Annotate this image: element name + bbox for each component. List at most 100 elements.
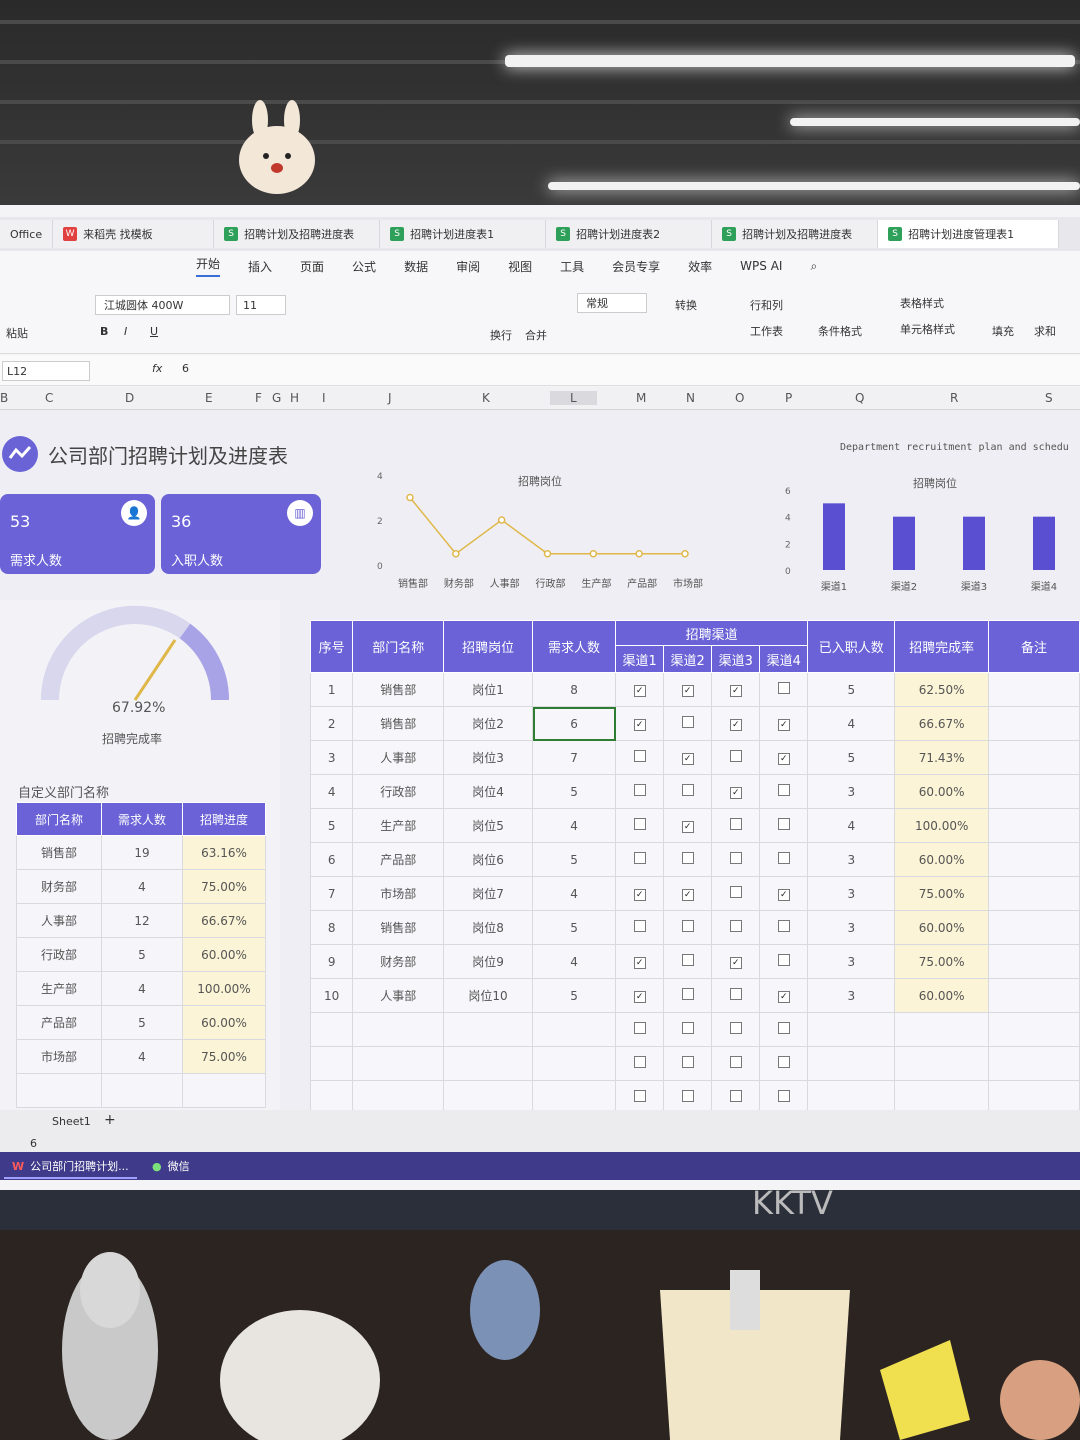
worksheet-button[interactable]: 工作表 [750,323,783,339]
checkbox-unchecked[interactable] [681,1090,694,1102]
table-cell[interactable]: 5 [807,672,896,707]
tab-sheet-1[interactable]: S 招聘计划及招聘进度表 [214,220,381,248]
checkbox-unchecked[interactable] [777,1090,790,1102]
table-cell[interactable]: ✓ [711,706,761,741]
table-cell[interactable]: 销售部 [352,706,445,741]
fx-icon[interactable]: fx [152,362,162,375]
formula-input[interactable]: 6 [182,362,189,375]
table-cell[interactable]: 6 [532,706,617,741]
table-cell[interactable]: ✓ [615,978,665,1013]
table-cell[interactable]: 66.67% [894,706,990,741]
checkbox-unchecked[interactable] [729,886,742,898]
checkbox-unchecked[interactable] [729,988,742,1000]
table-cell[interactable] [711,978,761,1013]
table-cell[interactable]: 5 [532,910,617,945]
table-cell[interactable]: ✓ [663,740,713,775]
table-cell[interactable]: 岗位5 [443,808,534,843]
checkbox-unchecked[interactable] [633,1056,646,1068]
checkbox-checked[interactable]: ✓ [633,719,646,731]
table-cell[interactable]: 6 [309,842,354,877]
menu-view[interactable]: 视图 [508,258,532,275]
table-cell[interactable] [988,774,1080,809]
sum-button[interactable]: 求和 [1034,323,1056,339]
column-header[interactable]: N [686,391,695,405]
taskbar-wps-app[interactable]: W 公司部门招聘计划... [4,1155,137,1179]
table-cell[interactable] [101,1073,183,1108]
checkbox-unchecked[interactable] [777,852,790,864]
table-cell[interactable]: 4 [532,808,617,843]
table-cell[interactable]: 岗位7 [443,876,534,911]
checkbox-unchecked[interactable] [777,818,790,830]
table-cell[interactable] [988,910,1080,945]
table-cell[interactable]: 5 [101,1005,183,1040]
table-cell[interactable]: 4 [807,706,896,741]
checkbox-checked[interactable]: ✓ [777,719,790,731]
table-cell[interactable]: 3 [309,740,354,775]
table-cell[interactable] [663,774,713,809]
checkbox-unchecked[interactable] [777,954,790,966]
table-cell[interactable]: 75.00% [894,944,990,979]
table-cell[interactable]: 3 [807,944,896,979]
table-cell[interactable] [759,774,809,809]
table-cell[interactable]: 销售部 [16,835,102,870]
table-cell[interactable] [443,1046,534,1081]
menu-member[interactable]: 会员专享 [612,258,660,275]
table-cell[interactable]: 7 [532,740,617,775]
table-cell[interactable] [352,1046,445,1081]
table-cell[interactable] [988,740,1080,775]
column-header[interactable]: I [322,391,326,405]
menu-wps-ai[interactable]: WPS AI [740,259,782,273]
table-cell[interactable] [615,910,665,945]
table-cell[interactable]: 人事部 [352,740,445,775]
table-cell[interactable]: 9 [309,944,354,979]
table-cell[interactable]: 8 [309,910,354,945]
menu-efficiency[interactable]: 效率 [688,258,712,275]
table-cell[interactable]: 60.00% [894,910,990,945]
checkbox-checked[interactable]: ✓ [681,753,694,765]
table-cell[interactable]: ✓ [663,672,713,707]
table-cell[interactable]: 4 [309,774,354,809]
tab-office[interactable]: Office [0,220,54,248]
table-cell[interactable] [988,808,1080,843]
table-cell[interactable]: 75.00% [182,1039,266,1074]
table-cell[interactable] [663,944,713,979]
cell-style-button[interactable]: 单元格样式 [900,321,955,337]
table-cell[interactable] [615,740,665,775]
checkbox-unchecked[interactable] [681,954,694,966]
menu-formula[interactable]: 公式 [352,258,376,275]
table-cell[interactable] [894,1012,990,1047]
table-cell[interactable] [663,978,713,1013]
table-cell[interactable] [711,808,761,843]
checkbox-unchecked[interactable] [681,1022,694,1034]
table-cell[interactable]: ✓ [711,774,761,809]
table-cell[interactable]: 市场部 [352,876,445,911]
table-cell[interactable]: 4 [532,876,617,911]
column-header[interactable]: F [255,391,262,405]
table-cell[interactable]: 岗位2 [443,706,534,741]
table-cell[interactable]: 7 [309,876,354,911]
font-family-select[interactable]: 江城圆体 400W [95,295,230,315]
table-cell[interactable]: ✓ [615,876,665,911]
table-cell[interactable]: 3 [807,876,896,911]
table-cell[interactable] [443,1012,534,1047]
table-cell[interactable]: 人事部 [16,903,102,938]
table-cell[interactable]: 1 [309,672,354,707]
table-cell[interactable] [615,842,665,877]
checkbox-unchecked[interactable] [729,818,742,830]
checkbox-unchecked[interactable] [633,852,646,864]
table-cell[interactable]: 岗位1 [443,672,534,707]
table-cell[interactable] [663,1046,713,1081]
checkbox-checked[interactable]: ✓ [729,685,742,697]
checkbox-unchecked[interactable] [681,852,694,864]
checkbox-unchecked[interactable] [633,818,646,830]
checkbox-checked[interactable]: ✓ [729,787,742,799]
table-cell[interactable]: 销售部 [352,910,445,945]
table-cell[interactable] [988,944,1080,979]
table-cell[interactable]: 60.00% [182,1005,266,1040]
table-cell[interactable]: 岗位9 [443,944,534,979]
menu-page[interactable]: 页面 [300,258,324,275]
table-cell[interactable]: 100.00% [894,808,990,843]
table-cell[interactable]: 60.00% [894,774,990,809]
table-cell[interactable] [309,1046,354,1081]
table-cell[interactable]: 5 [532,774,617,809]
